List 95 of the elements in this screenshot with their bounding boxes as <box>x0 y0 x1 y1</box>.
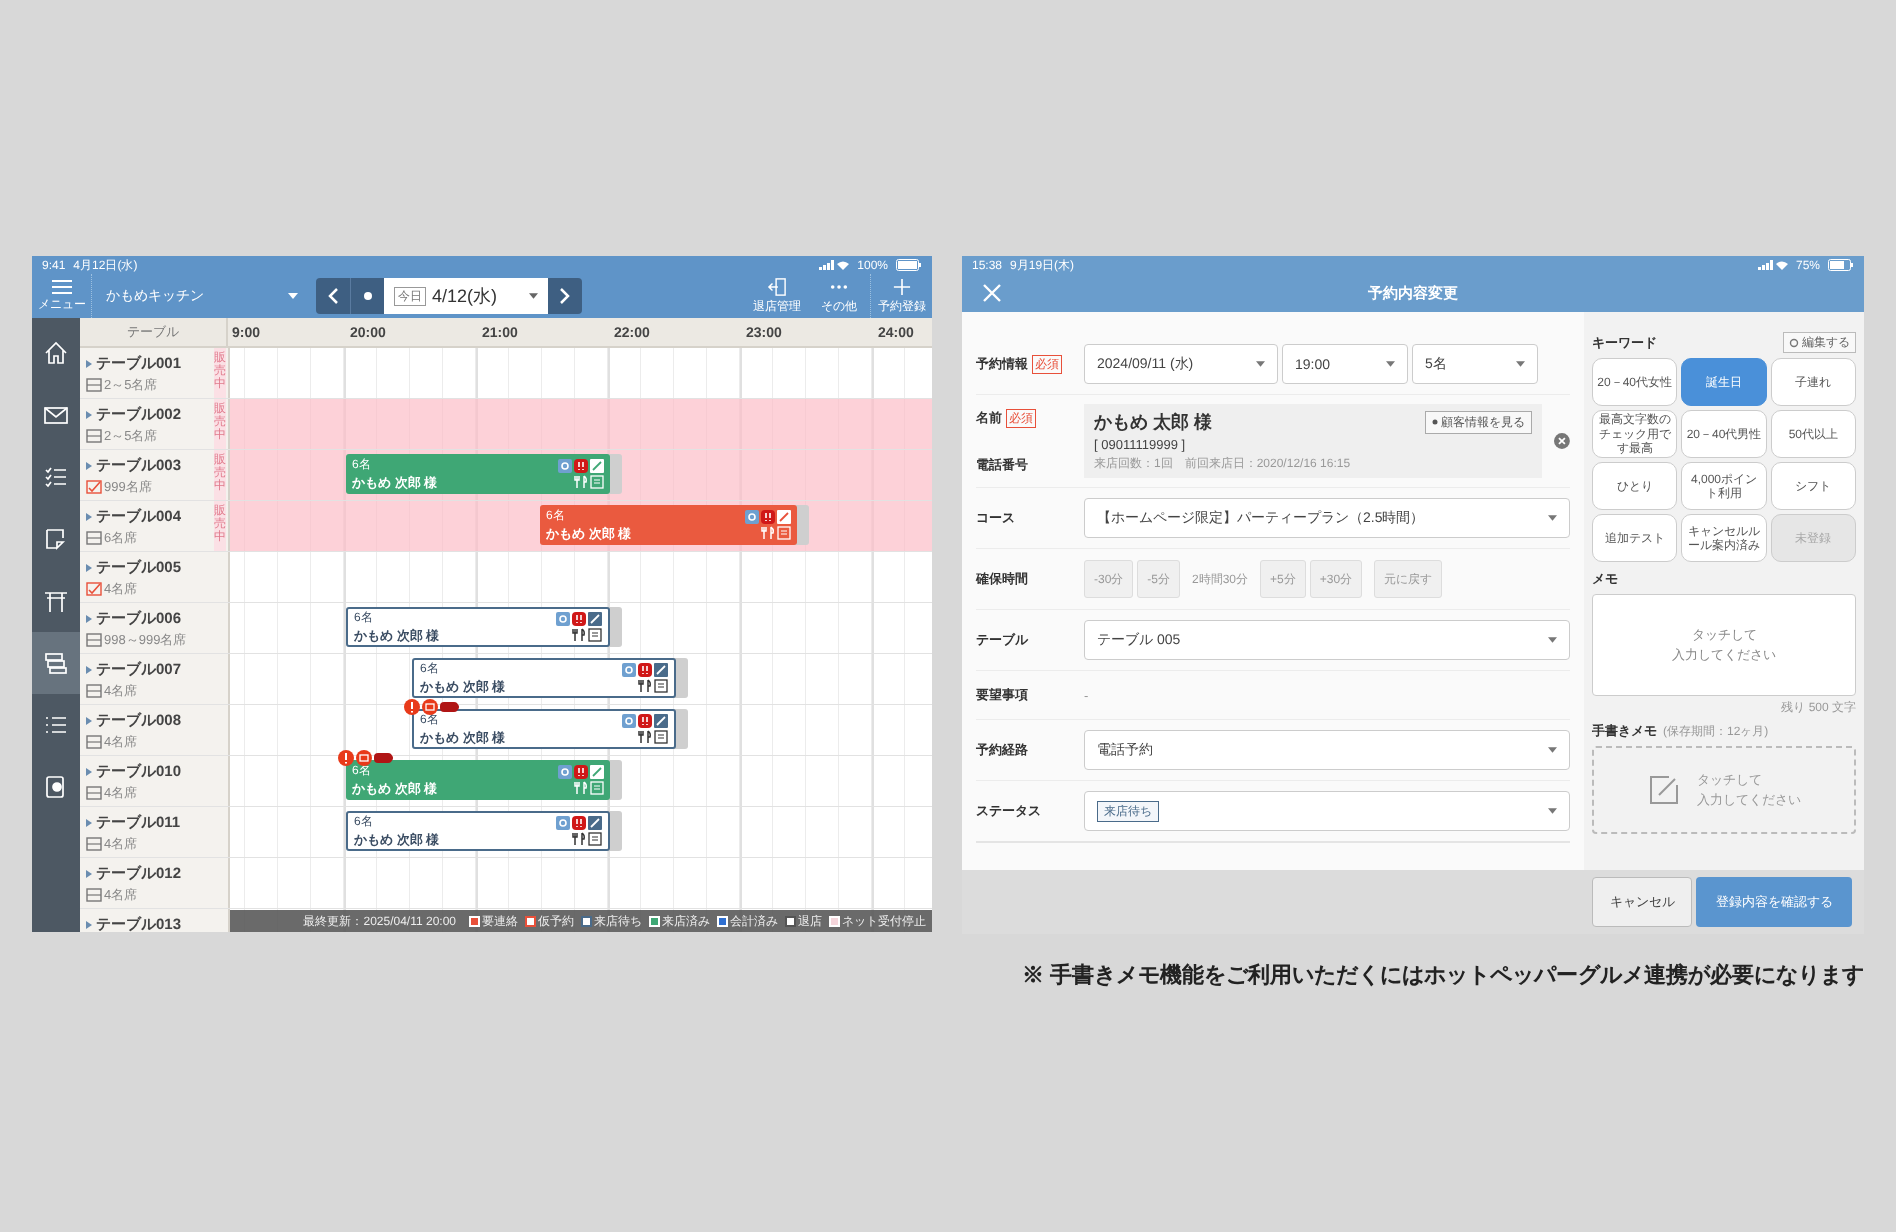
mail-icon <box>356 750 372 766</box>
expand-icon <box>86 563 92 572</box>
expand-icon <box>86 920 92 929</box>
pencil-icon <box>654 663 668 677</box>
alert-icon <box>574 459 588 473</box>
caret-icon <box>529 293 538 299</box>
battery-icon <box>896 259 922 271</box>
expand-icon <box>86 716 92 725</box>
expand-icon <box>86 512 92 521</box>
sidebar-item[interactable] <box>32 632 80 694</box>
tag-column <box>212 603 230 653</box>
edit-icon <box>1647 773 1681 807</box>
alert-icon <box>761 510 776 524</box>
checklist-icon <box>43 464 69 490</box>
caret-icon <box>1386 361 1395 367</box>
expand-icon <box>86 665 92 674</box>
gear-icon <box>622 663 636 677</box>
cutlery-icon <box>638 679 652 693</box>
expand-icon <box>86 359 92 368</box>
tag-icon <box>374 752 394 764</box>
layers-icon <box>43 650 69 676</box>
gear-icon <box>556 612 570 626</box>
home-icon <box>43 340 69 366</box>
gear-icon <box>622 714 636 728</box>
expand-icon <box>86 410 92 419</box>
caption: ※ 手書きメモ機能をご利用いただくにはホットペッパーグルメ連携が必要になります <box>1019 961 1864 990</box>
chevron-right-icon <box>559 287 571 305</box>
memo-icon <box>777 526 792 540</box>
pencil-icon <box>588 816 602 830</box>
memo-icon <box>654 730 668 744</box>
note-icon <box>43 526 69 552</box>
chevron-left-icon <box>327 287 339 305</box>
cutlery-icon <box>574 781 588 795</box>
memo-icon <box>654 679 668 693</box>
signal-icon <box>819 260 850 270</box>
plus-icon <box>890 277 913 296</box>
cutlery-icon <box>638 730 652 744</box>
caret-icon <box>1516 361 1525 367</box>
pencil-icon <box>590 459 604 473</box>
pencil-icon <box>590 765 604 779</box>
cutlery-icon <box>574 475 588 489</box>
caret-icon <box>1548 747 1557 753</box>
alert-icon <box>574 765 588 779</box>
gear-icon <box>556 816 570 830</box>
expand-icon <box>86 869 92 878</box>
bullet-icon <box>1432 419 1439 425</box>
memo-icon <box>590 781 604 795</box>
mail-icon <box>422 699 438 715</box>
dot-icon <box>363 292 372 300</box>
alert-icon <box>572 816 586 830</box>
mail-icon <box>43 402 69 428</box>
tag-column <box>212 756 230 806</box>
pencil-icon <box>654 714 668 728</box>
book-icon <box>43 774 69 800</box>
caret-icon <box>1548 515 1557 521</box>
caret-icon <box>288 293 298 299</box>
pencil-icon <box>777 510 792 524</box>
battery-icon <box>1828 259 1854 271</box>
expand-icon <box>86 818 92 827</box>
expand-icon <box>86 614 92 623</box>
gear-icon <box>745 510 760 524</box>
tag-column <box>212 705 230 755</box>
today-button[interactable] <box>350 278 384 314</box>
cutlery-icon <box>572 628 586 642</box>
gear-icon <box>1789 337 1799 348</box>
expand-icon <box>86 461 92 470</box>
caret-icon <box>1548 808 1557 814</box>
tag-column <box>212 654 230 704</box>
door-icon <box>766 277 788 296</box>
gate-icon <box>43 588 69 614</box>
close-icon <box>982 283 1002 303</box>
caret-icon <box>1256 361 1265 367</box>
caret-icon <box>1548 637 1557 643</box>
tag-column <box>212 807 230 857</box>
memo-icon <box>588 628 602 642</box>
expand-icon <box>86 767 92 776</box>
gear-icon <box>558 765 572 779</box>
next-day-button[interactable] <box>548 278 582 314</box>
alert-icon <box>638 663 652 677</box>
memo-icon <box>588 832 602 846</box>
pencil-icon <box>588 612 602 626</box>
memo-icon <box>590 475 604 489</box>
alert-icon <box>572 612 586 626</box>
cutlery-icon <box>761 526 776 540</box>
signal-icon <box>1757 260 1788 270</box>
clear-icon[interactable] <box>1554 433 1570 449</box>
previous-day-button[interactable] <box>316 278 350 314</box>
customer-name: かもめ 太郎 様 <box>1094 410 1212 434</box>
alert-icon <box>638 714 652 728</box>
list-icon <box>43 712 69 738</box>
cutlery-icon <box>572 832 586 846</box>
date-text: 4/12(水) <box>432 284 500 308</box>
gear-icon <box>558 459 572 473</box>
menu-icon <box>49 279 74 295</box>
tag-icon <box>440 701 460 713</box>
